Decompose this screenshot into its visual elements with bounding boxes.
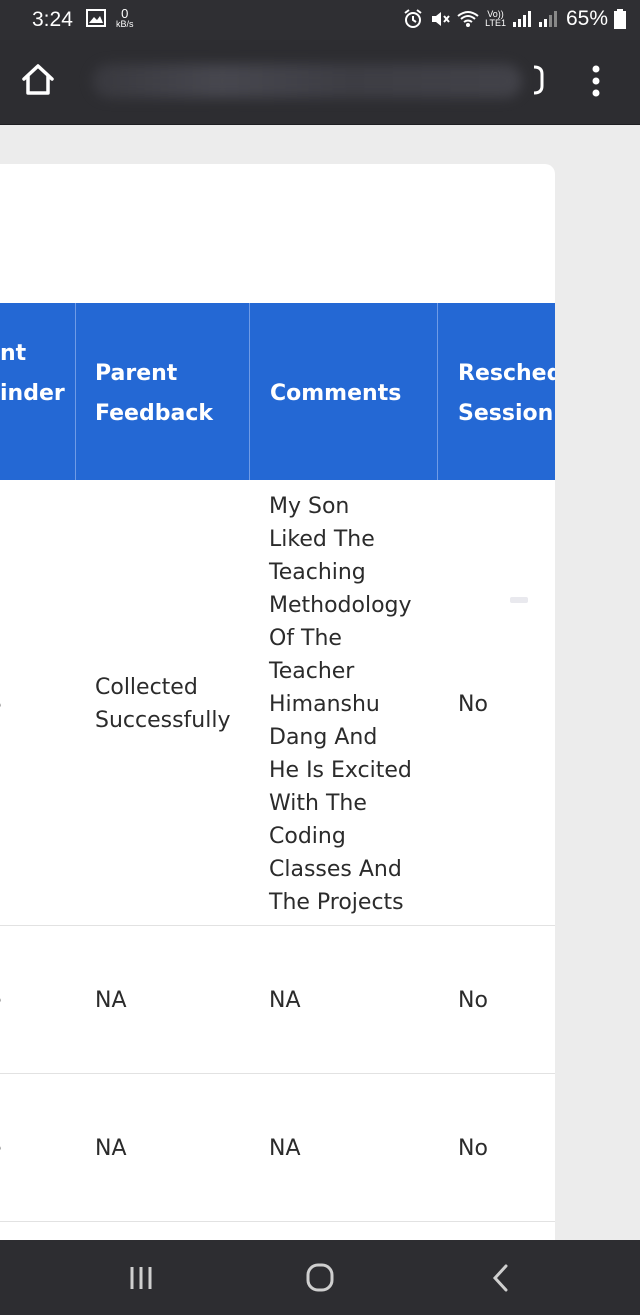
back-chevron-icon [492,1264,508,1292]
header-reschedule-session: Resched Session [458,361,555,426]
row-divider [0,1221,555,1222]
back-button[interactable] [480,1260,520,1296]
browser-menu-button[interactable] [584,60,608,102]
status-time: 3:24 [32,8,73,31]
cell-reschedule: No [458,692,488,717]
home-button[interactable] [300,1260,340,1296]
mute-icon [432,12,450,26]
sessions-card: nt inder Parent Feedback Comments Resche… [0,164,555,1240]
cell-partial: e [0,1132,10,1165]
alarm-icon [404,9,422,28]
status-right-icons: Vo)) LTE1 65% [403,7,626,31]
cell-reschedule: No [458,988,488,1013]
recents-icon [130,1267,152,1289]
home-icon [22,64,54,95]
status-left-icons: 0 kB/s [86,7,134,29]
tab-switcher-icon[interactable] [532,64,544,96]
row-divider [0,925,555,926]
signal-1-icon [512,11,531,27]
android-nav-bar [0,1240,640,1315]
wifi-icon [457,11,479,27]
row-divider [0,1073,555,1074]
browser-toolbar [0,40,640,125]
recents-button[interactable] [121,1260,161,1296]
header-divider [437,303,438,480]
browser-home-button[interactable] [20,62,56,98]
header-divider [75,303,76,480]
table-header: nt inder Parent Feedback Comments Resche… [0,303,555,480]
cell-comments: NA [269,1136,301,1161]
cell-partial: e [0,984,10,1017]
cell-parent-feedback: NA [95,1136,127,1161]
battery-icon [614,9,626,29]
battery-percent: 65% [565,7,608,30]
signal-2-icon [538,11,557,27]
more-vert-icon [592,65,600,97]
home-circle-icon [306,1263,334,1292]
header-divider [249,303,250,480]
cell-parent-feedback: NA [95,988,127,1013]
cell-comments: NA [269,988,301,1013]
cell-comments: My Son Liked The Teaching Methodology Of… [269,494,412,915]
cell-reschedule: No [458,1136,488,1161]
header-parent-reminder: nt inder [0,341,65,406]
gallery-notification-icon [86,9,106,27]
net-speed-indicator: 0 kB/s [116,6,134,29]
volte-indicator: Vo)) LTE1 [485,9,506,28]
status-bar: 3:24 0 kB/s Vo)) LTE1 65% [0,0,640,40]
url-bar-blurred[interactable] [92,64,522,98]
header-parent-feedback: Parent Feedback [95,361,213,426]
header-comments: Comments [270,381,402,406]
cell-parent-feedback: Collected Successfully [95,675,231,733]
cell-partial: e [0,689,10,722]
faint-action-marker [510,597,528,603]
